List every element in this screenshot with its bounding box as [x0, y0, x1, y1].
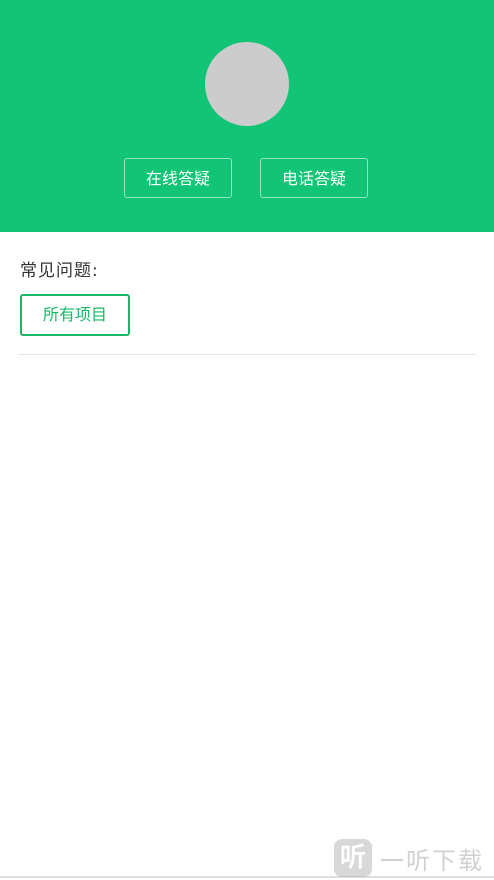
watermark-logo-icon: 听	[334, 839, 372, 877]
divider	[18, 354, 476, 355]
all-projects-button[interactable]: 所有项目	[20, 294, 130, 336]
online-qa-button[interactable]: 在线答疑	[124, 158, 232, 198]
phone-qa-button[interactable]: 电话答疑	[260, 158, 368, 198]
avatar[interactable]	[205, 42, 289, 126]
faq-title: 常见问题:	[20, 261, 99, 281]
watermark: 听 一听下载	[334, 838, 484, 878]
header-banner: 在线答疑 电话答疑	[0, 0, 494, 232]
watermark-text: 一听下载	[380, 846, 484, 875]
